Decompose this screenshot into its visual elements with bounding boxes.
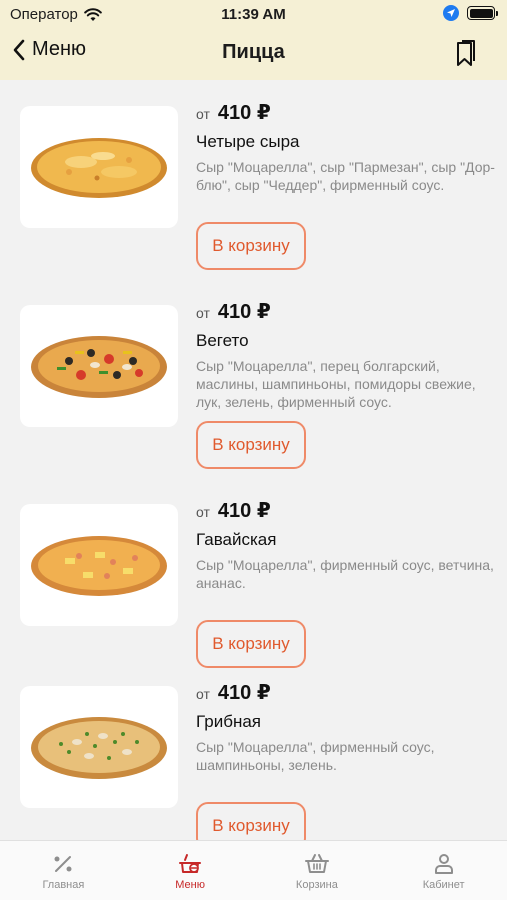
price-row: от 410 ₽ [196,680,496,705]
price-prefix: от [196,504,210,520]
add-to-cart-button[interactable]: В корзину [196,222,306,270]
product-image[interactable] [20,106,178,228]
product-image[interactable] [20,504,178,626]
price-row: от 410 ₽ [196,299,496,324]
product-name: Гавайская [196,530,277,549]
price-prefix: от [196,686,210,702]
product-image[interactable] [20,686,178,808]
product-card[interactable]: от 410 ₽ Грибная Сыр "Моцарелла", фирмен… [0,660,507,840]
product-price: 410 ₽ [217,301,271,323]
battery-icon [467,6,498,20]
product-info: от 410 ₽ Гавайская Сыр "Моцарелла", фирм… [196,498,496,668]
navigation-bar: Меню Пицца [0,30,507,80]
status-bar: Оператор 11:39 AM [0,0,507,30]
product-name: Четыре сыра [196,132,300,151]
bookmark-icon [457,40,475,66]
pizza-image-vegeto [31,336,167,398]
product-image[interactable] [20,305,178,427]
product-price: 410 ₽ [217,102,271,124]
product-description: Сыр "Моцарелла", фирменный соус, шампинь… [196,739,435,773]
tab-account[interactable]: Кабинет [380,841,507,900]
product-info: от 410 ₽ Четыре сыра Сыр "Моцарелла", сы… [196,100,496,270]
product-name: Вегето [196,331,249,350]
product-description: Сыр "Моцарелла", сыр "Пармезан", сыр "До… [196,159,495,193]
product-list: от 410 ₽ Четыре сыра Сыр "Моцарелла", сы… [0,80,507,840]
price-row: от 410 ₽ [196,498,496,523]
add-to-cart-button[interactable]: В корзину [196,802,306,840]
page-title: Пицца [222,41,285,63]
product-description: Сыр "Моцарелла", фирменный соус, ветчина… [196,557,494,591]
bookmark-button[interactable] [455,40,477,73]
tab-bar: Главная Меню Корзина Кабинет [0,840,507,900]
basket-icon [304,854,329,873]
add-to-cart-button[interactable]: В корзину [196,421,306,469]
product-card[interactable]: от 410 ₽ Вегето Сыр "Моцарелла", перец б… [0,279,507,469]
tab-label: Меню [175,879,205,891]
pizza-image-hawaiian [31,536,167,596]
price-row: от 410 ₽ [196,100,496,125]
menu-icon [179,854,202,873]
tab-cart[interactable]: Корзина [254,841,381,900]
percent-icon [54,856,72,872]
status-icons [443,5,498,21]
price-prefix: от [196,305,210,321]
location-icon [443,5,459,21]
tab-label: Кабинет [422,879,465,891]
tab-home[interactable]: Главная [0,841,127,900]
pizza-image-mushroom [31,717,167,779]
pizza-image-four-cheese [31,138,167,198]
tab-menu[interactable]: Меню [127,841,254,900]
tab-label: Корзина [295,879,338,891]
product-info: от 410 ₽ Грибная Сыр "Моцарелла", фирмен… [196,680,496,840]
tab-label: Главная [42,879,85,891]
product-info: от 410 ₽ Вегето Сыр "Моцарелла", перец б… [196,299,496,469]
top-header: Оператор 11:39 AM Меню Пицца [0,0,507,80]
price-prefix: от [196,106,210,122]
product-card[interactable]: от 410 ₽ Четыре сыра Сыр "Моцарелла", сы… [0,80,507,270]
product-price: 410 ₽ [217,682,271,704]
product-price: 410 ₽ [217,500,271,522]
product-description: Сыр "Моцарелла", перец болгарский, масли… [196,358,476,410]
person-icon [434,854,453,874]
status-time: 11:39 AM [221,6,286,23]
product-card[interactable]: от 410 ₽ Гавайская Сыр "Моцарелла", фирм… [0,478,507,668]
product-name: Грибная [196,712,261,731]
